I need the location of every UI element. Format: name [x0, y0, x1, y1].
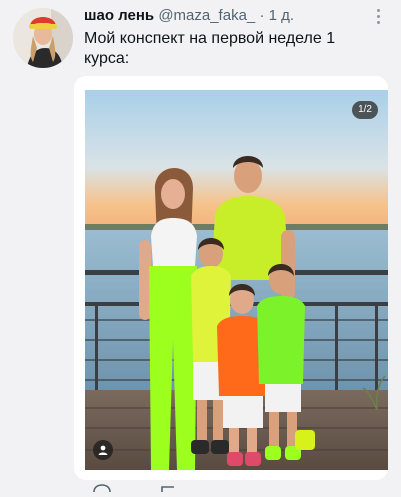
timestamp[interactable]: 1 д. [269, 7, 294, 24]
media-counter[interactable]: 1/2 [352, 101, 378, 119]
more-vertical-icon[interactable] [370, 6, 386, 26]
person-icon[interactable] [93, 440, 113, 460]
author-handle[interactable]: @maza_faka_ [158, 7, 255, 24]
separator-dot: · [259, 7, 265, 24]
avatar-image [13, 8, 73, 68]
tweet-actions [84, 479, 384, 493]
media-photo[interactable]: 1/2 [85, 90, 388, 470]
reply-icon[interactable] [93, 484, 111, 493]
tweet: шао лень @maza_faka_ · 1 д. Мой конспект… [0, 0, 401, 493]
author-name[interactable]: шао лень [84, 7, 154, 24]
family-photo [85, 90, 388, 470]
tweet-text: Мой конспект на первой неделе 1 курса: [84, 30, 336, 67]
tweet-header: шао лень @maza_faka_ · 1 д. [84, 6, 364, 26]
avatar[interactable] [13, 8, 73, 68]
retweet-icon[interactable] [161, 486, 174, 492]
